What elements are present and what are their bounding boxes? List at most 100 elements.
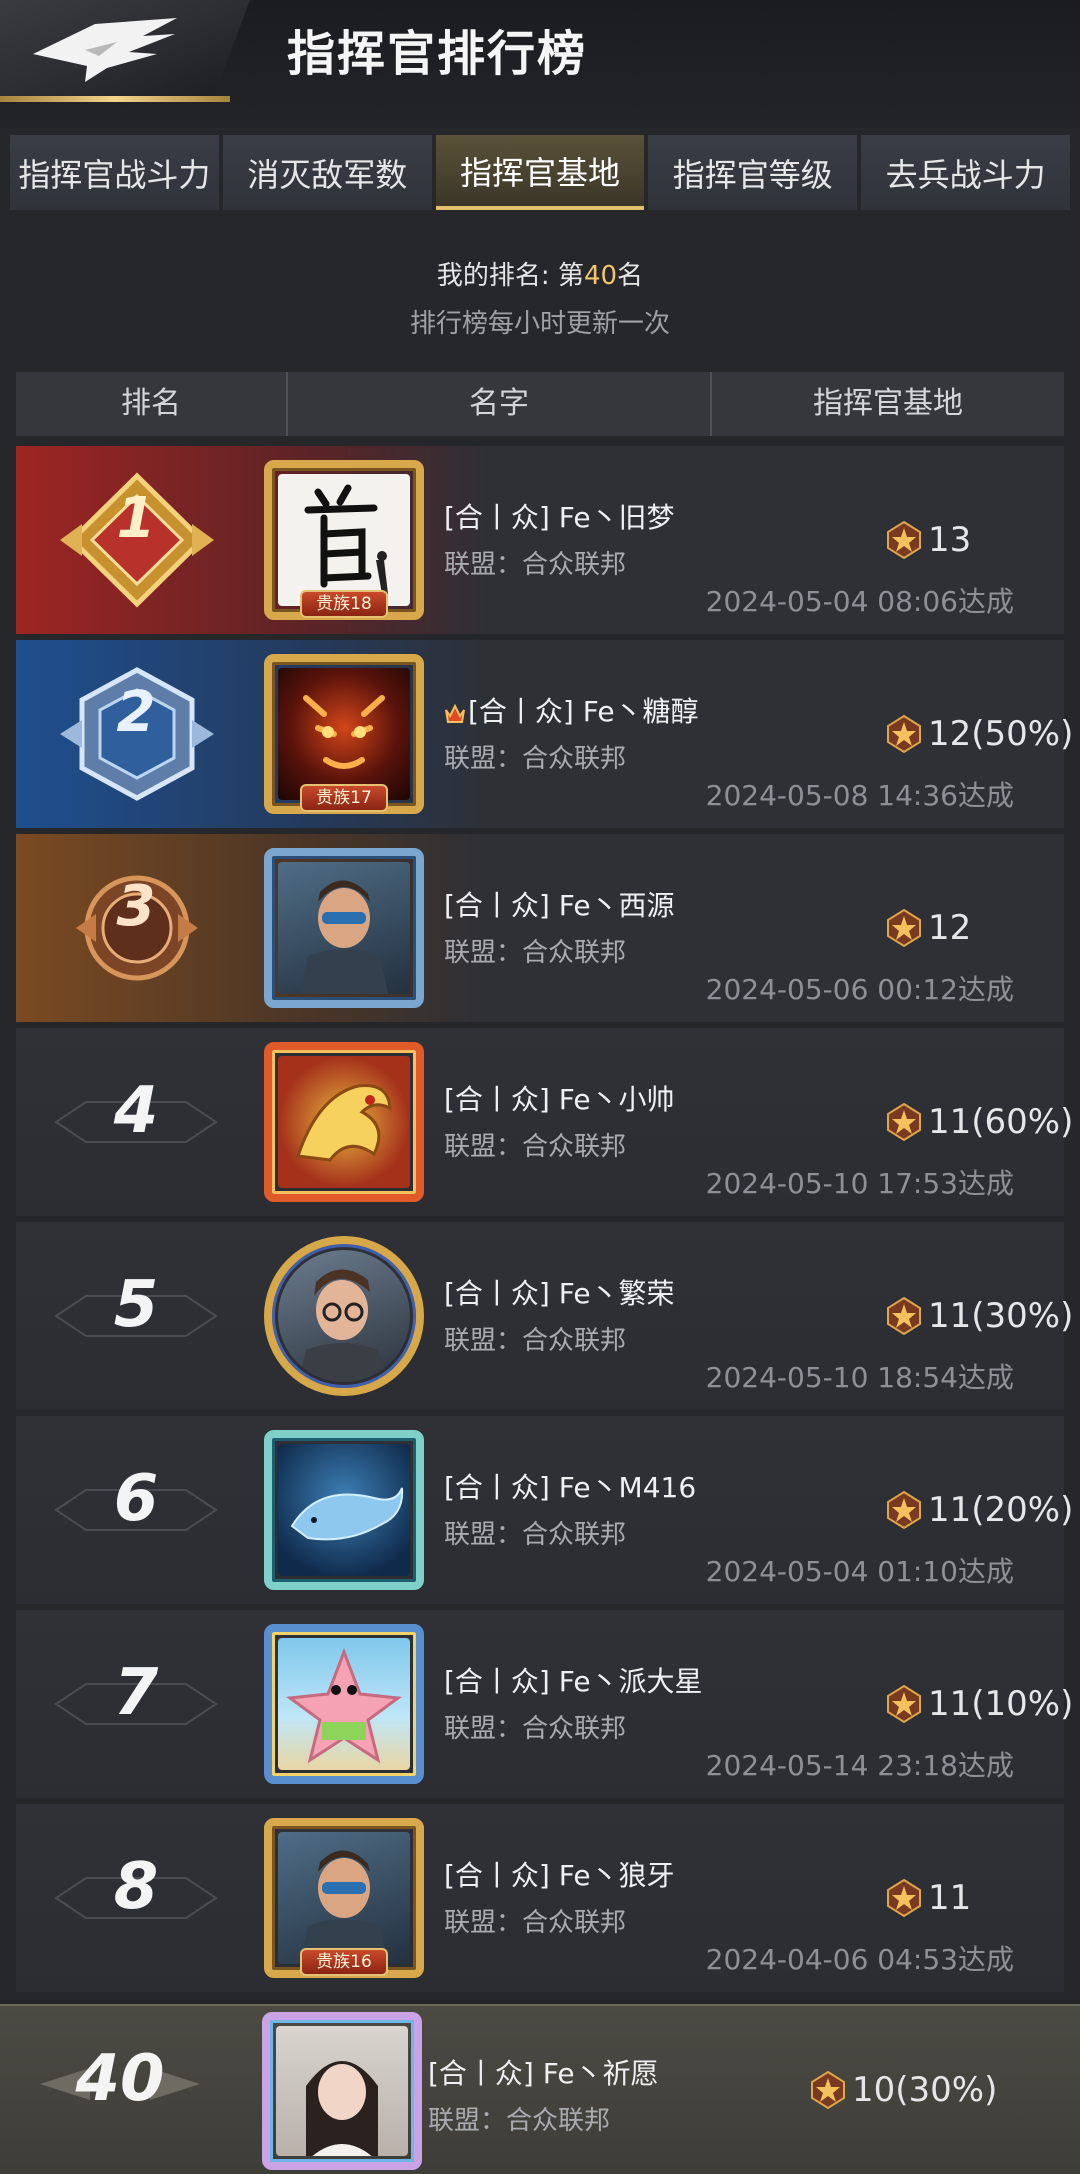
- base-level-value: 11: [928, 1878, 972, 1918]
- alliance-label: 联盟：合众联邦: [444, 1326, 627, 1356]
- rank-number: 5: [113, 1268, 159, 1342]
- column-header-rank: 排名: [16, 372, 288, 436]
- base-medal-icon: [887, 1684, 921, 1724]
- achieved-time: 2024-05-10 17:53达成: [705, 1167, 1014, 1200]
- player-name: [合丨众] Fe丶狼牙: [444, 1859, 675, 1892]
- tab-commander-level[interactable]: 指挥官等级: [648, 135, 858, 210]
- player-name-text: [合丨众] Fe丶糖醇: [468, 695, 699, 728]
- alliance-label: 联盟：合众联邦: [444, 550, 627, 580]
- alliance-label: 联盟：合众联邦: [444, 1908, 627, 1938]
- rank-number: 4: [113, 1074, 159, 1148]
- rank-number: 6: [113, 1462, 159, 1536]
- rank-number: 1: [116, 486, 156, 551]
- rank-number: 7: [113, 1656, 159, 1730]
- header-bar: 指挥官排行榜: [0, 0, 1080, 128]
- my-rank-value: 40: [583, 261, 618, 291]
- table-row[interactable]: 2 贵族17 [合丨众] Fe丶糖醇 联盟：合众联邦 12(50%) 2024-…: [16, 640, 1073, 828]
- avatar[interactable]: [264, 1430, 424, 1590]
- base-level-value: 11(10%): [928, 1684, 1074, 1724]
- avatar[interactable]: [262, 2012, 422, 2170]
- my-rank-suffix: 名: [617, 261, 644, 291]
- page-title: 指挥官排行榜: [287, 26, 588, 82]
- avatar[interactable]: 贵族16: [264, 1818, 424, 1978]
- base-level: 11(10%): [886, 1684, 1073, 1724]
- base-medal-icon: [887, 1102, 921, 1142]
- achieved-time: 2024-05-04 08:06达成: [705, 585, 1014, 618]
- rank-number: 8: [113, 1850, 159, 1924]
- base-level-value: 13: [928, 520, 972, 560]
- player-name: [合丨众] Fe丶小帅: [444, 1083, 675, 1116]
- noble-tag: 贵族17: [300, 784, 388, 812]
- base-level-value: 12: [928, 908, 972, 948]
- avatar[interactable]: [264, 1042, 424, 1202]
- tab-commander-base[interactable]: 指挥官基地: [435, 135, 645, 210]
- tab-troop-power[interactable]: 去兵战斗力: [861, 135, 1070, 210]
- base-level-value: 12(50%): [928, 714, 1074, 754]
- table-row[interactable]: 3 [合丨众] Fe丶西源 联盟：合众联邦 12 2024-05-06 00:1…: [16, 834, 1064, 1022]
- table-row[interactable]: 8 贵族16 [合丨众] Fe丶狼牙 联盟：合众联邦 11 2024-04-06…: [16, 1804, 1064, 1992]
- tab-commander-power[interactable]: 指挥官战斗力: [10, 135, 219, 210]
- player-name: [合丨众] Fe丶西源: [444, 889, 675, 922]
- avatar[interactable]: [264, 1236, 424, 1396]
- back-button[interactable]: [0, 0, 250, 100]
- achieved-time: 2024-05-06 00:12达成: [705, 973, 1014, 1006]
- alliance-label: 联盟：合众联邦: [444, 1132, 627, 1162]
- noble-tag: 贵族18: [300, 590, 388, 618]
- table-row[interactable]: 1 贵族18 [合丨众] Fe丶旧梦 联盟：合众联邦 13 2024-05-04…: [16, 446, 1064, 634]
- base-level: 13: [886, 520, 971, 560]
- avatar-frame: [264, 1042, 424, 1202]
- my-rank-prefix: 我的排名: 第: [436, 261, 584, 291]
- avatar-frame: [262, 2012, 422, 2170]
- base-level-value: 11(30%): [928, 1296, 1074, 1336]
- avatar[interactable]: [264, 848, 424, 1008]
- base-medal-icon: [887, 1878, 921, 1918]
- player-name: [合丨众] Fe丶M416: [444, 1471, 697, 1504]
- base-level: 10(30%): [810, 2070, 997, 2110]
- table-row[interactable]: 5 [合丨众] Fe丶繁荣 联盟：合众联邦 11(30%) 2024-05-10…: [16, 1222, 1073, 1410]
- achieved-time: 2024-05-08 14:36达成: [705, 779, 1014, 812]
- base-level: 12: [886, 908, 971, 948]
- avatar[interactable]: 贵族17: [264, 654, 424, 814]
- table-row[interactable]: 6 [合丨众] Fe丶M416 联盟：合众联邦 11(20%) 2024-05-…: [16, 1416, 1073, 1604]
- avatar[interactable]: 贵族18: [264, 460, 424, 620]
- base-level: 11(60%): [886, 1102, 1073, 1142]
- avatar-frame: [264, 1236, 424, 1396]
- player-name: [合丨众] Fe丶繁荣: [444, 1277, 675, 1310]
- base-level-value: 10(30%): [852, 2070, 998, 2110]
- alliance-label: 联盟：合众联邦: [428, 2106, 611, 2136]
- column-header-name: 名字: [288, 372, 712, 436]
- rank-number: 2: [116, 680, 156, 745]
- rank-number: 40: [75, 2042, 165, 2116]
- avatar[interactable]: [264, 1624, 424, 1784]
- my-rank-row[interactable]: 40 [合丨众] Fe丶祈愿 联盟：合众联邦 10(30%): [0, 2004, 1080, 2174]
- alliance-label: 联盟：合众联邦: [444, 938, 627, 968]
- noble-tag: 贵族16: [300, 1948, 388, 1976]
- base-medal-icon: [887, 1490, 921, 1530]
- my-rank-line: 我的排名: 第40名: [0, 255, 1080, 292]
- base-level: 12(50%): [886, 714, 1073, 754]
- avatar-frame: [264, 1624, 424, 1784]
- achieved-time: 2024-05-04 01:10达成: [705, 1555, 1014, 1588]
- table-row[interactable]: 4 [合丨众] Fe丶小帅 联盟：合众联邦 11(60%) 2024-05-10…: [16, 1028, 1073, 1216]
- base-medal-icon: [887, 714, 921, 754]
- alliance-label: 联盟：合众联邦: [444, 1520, 627, 1550]
- base-medal-icon: [811, 2070, 845, 2110]
- rank-number: 3: [116, 874, 156, 939]
- table-row[interactable]: 7 [合丨众] Fe丶派大星 联盟：合众联邦 11(10%) 2024-05-1…: [16, 1610, 1073, 1798]
- achieved-time: 2024-05-14 23:18达成: [705, 1749, 1014, 1782]
- player-name: [合丨众] Fe丶祈愿: [428, 2057, 659, 2090]
- base-level: 11(20%): [886, 1490, 1073, 1530]
- alliance-label: 联盟：合众联邦: [444, 1714, 627, 1744]
- ranking-tabs: 指挥官战斗力 消灭敌军数 指挥官基地 指挥官等级 去兵战斗力: [10, 135, 1070, 210]
- player-name: [合丨众] Fe丶派大星: [444, 1665, 703, 1698]
- base-level-value: 11(20%): [928, 1490, 1074, 1530]
- player-name: [合丨众] Fe丶糖醇: [444, 690, 699, 730]
- table-header: 排名 名字 指挥官基地: [16, 372, 1064, 436]
- update-note: 排行榜每小时更新一次: [409, 309, 670, 339]
- tab-enemies-destroyed[interactable]: 消灭敌军数: [222, 135, 432, 210]
- base-level: 11: [886, 1878, 971, 1918]
- column-header-base: 指挥官基地: [813, 386, 963, 421]
- base-level-value: 11(60%): [928, 1102, 1074, 1142]
- alliance-label: 联盟：合众联邦: [444, 744, 627, 774]
- base-medal-icon: [887, 520, 921, 560]
